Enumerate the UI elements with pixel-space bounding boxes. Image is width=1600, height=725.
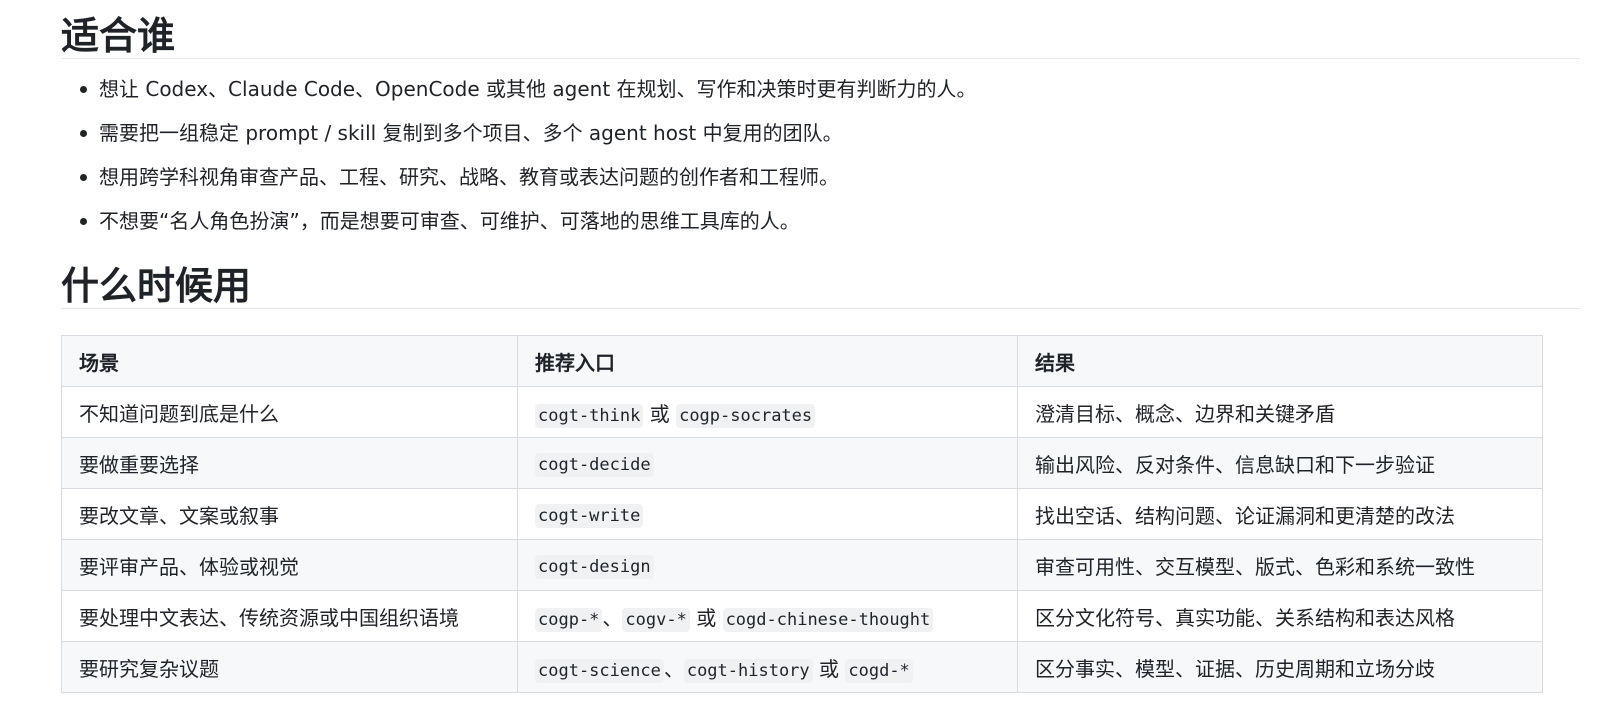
table-header-entry: 推荐入口 bbox=[517, 335, 1018, 387]
skill-code: cogt-decide bbox=[535, 453, 654, 477]
skill-code: cogp-* bbox=[535, 607, 603, 632]
cell-entry: cogt-write bbox=[517, 488, 1018, 540]
table-header-row: 场景 推荐入口 结果 bbox=[61, 335, 1543, 387]
cell-result: 澄清目标、概念、边界和关键矛盾 bbox=[1017, 386, 1543, 438]
bullet-icon bbox=[80, 218, 87, 225]
bullet-icon bbox=[80, 130, 87, 137]
skill-code: cogt-think bbox=[535, 403, 644, 428]
cell-scene: 不知道问题到底是什么 bbox=[61, 386, 518, 438]
cell-entry: cogt-design bbox=[517, 539, 1018, 591]
section-heading-who: 适合谁 bbox=[61, 0, 1580, 59]
cell-scene: 要处理中文表达、传统资源或中国组织语境 bbox=[61, 590, 518, 642]
cell-entry: cogt-decide bbox=[517, 437, 1018, 489]
cell-result: 区分事实、模型、证据、历史周期和立场分歧 bbox=[1017, 641, 1543, 693]
entry-separator: 、 bbox=[602, 605, 623, 630]
document-content: 适合谁 想让 Codex、Claude Code、OpenCode 或其他 ag… bbox=[61, 0, 1580, 693]
skill-code: cogt-science bbox=[535, 658, 664, 683]
cell-result: 审查可用性、交互模型、版式、色彩和系统一致性 bbox=[1017, 539, 1543, 591]
list-item: 需要把一组稳定 prompt / skill 复制到多个项目、多个 agent … bbox=[61, 119, 1580, 147]
skill-code: cogv-* bbox=[622, 607, 690, 632]
cell-scene: 要评审产品、体验或视觉 bbox=[61, 539, 518, 591]
list-item: 不想要“名人角色扮演”，而是想要可审查、可维护、可落地的思维工具库的人。 bbox=[61, 207, 1580, 235]
table-header-scene: 场景 bbox=[61, 335, 518, 387]
list-item: 想用跨学科视角审查产品、工程、研究、战略、教育或表达问题的创作者和工程师。 bbox=[61, 163, 1580, 191]
entry-separator: 或 bbox=[643, 401, 677, 426]
table-body: 不知道问题到底是什么 cogt-think 或 cogp-socrates 澄清目标… bbox=[61, 386, 1543, 693]
usage-table: 场景 推荐入口 结果 不知道问题到底是什么 cogt-think 或 cogp-s… bbox=[61, 335, 1543, 693]
entry-separator: 、 bbox=[663, 656, 684, 681]
cell-scene: 要做重要选择 bbox=[61, 437, 518, 489]
cell-result: 找出空话、结构问题、论证漏洞和更清楚的改法 bbox=[1017, 488, 1543, 540]
skill-code: cogp-socrates bbox=[676, 403, 816, 428]
entry-separator: 或 bbox=[812, 656, 846, 681]
table-row: 不知道问题到底是什么 cogt-think 或 cogp-socrates 澄清目标… bbox=[61, 386, 1543, 438]
cell-entry: cogp-*、 cogv-* 或 cogd-chinese-thought bbox=[517, 590, 1018, 642]
skill-code: cogt-design bbox=[535, 555, 654, 579]
section-heading-when: 什么时候用 bbox=[61, 250, 1580, 309]
table-row: 要处理中文表达、传统资源或中国组织语境 cogp-*、 cogv-* 或 cogd-… bbox=[61, 590, 1543, 642]
bullet-icon bbox=[80, 174, 87, 181]
cell-entry: cogt-science、 cogt-history 或 cogd-* bbox=[517, 641, 1018, 693]
table-row: 要改文章、文案或叙事 cogt-write 找出空话、结构问题、论证漏洞和更清楚的改… bbox=[61, 488, 1543, 540]
entry-separator: 或 bbox=[689, 605, 723, 630]
skill-code: cogt-history bbox=[683, 658, 813, 683]
who-list: 想让 Codex、Claude Code、OpenCode 或其他 agent … bbox=[61, 75, 1580, 235]
cell-scene: 要研究复杂议题 bbox=[61, 641, 518, 693]
table-row: 要做重要选择 cogt-decide 输出风险、反对条件、信息缺口和下一步验证 bbox=[61, 437, 1543, 489]
cell-entry: cogt-think 或 cogp-socrates bbox=[517, 386, 1018, 438]
skill-code: cogd-* bbox=[845, 658, 913, 683]
skill-code: cogt-write bbox=[535, 504, 644, 528]
table-row: 要研究复杂议题 cogt-science、 cogt-history 或 cogd-… bbox=[61, 641, 1543, 693]
cell-result: 区分文化符号、真实功能、关系结构和表达风格 bbox=[1017, 590, 1543, 642]
table-header-result: 结果 bbox=[1017, 335, 1543, 387]
bullet-icon bbox=[80, 86, 87, 93]
cell-result: 输出风险、反对条件、信息缺口和下一步验证 bbox=[1017, 437, 1543, 489]
cell-scene: 要改文章、文案或叙事 bbox=[61, 488, 518, 540]
table-row: 要评审产品、体验或视觉 cogt-design 审查可用性、交互模型、版式、色彩和系… bbox=[61, 539, 1543, 591]
list-item: 想让 Codex、Claude Code、OpenCode 或其他 agent … bbox=[61, 75, 1580, 103]
skill-code: cogd-chinese-thought bbox=[722, 607, 934, 632]
